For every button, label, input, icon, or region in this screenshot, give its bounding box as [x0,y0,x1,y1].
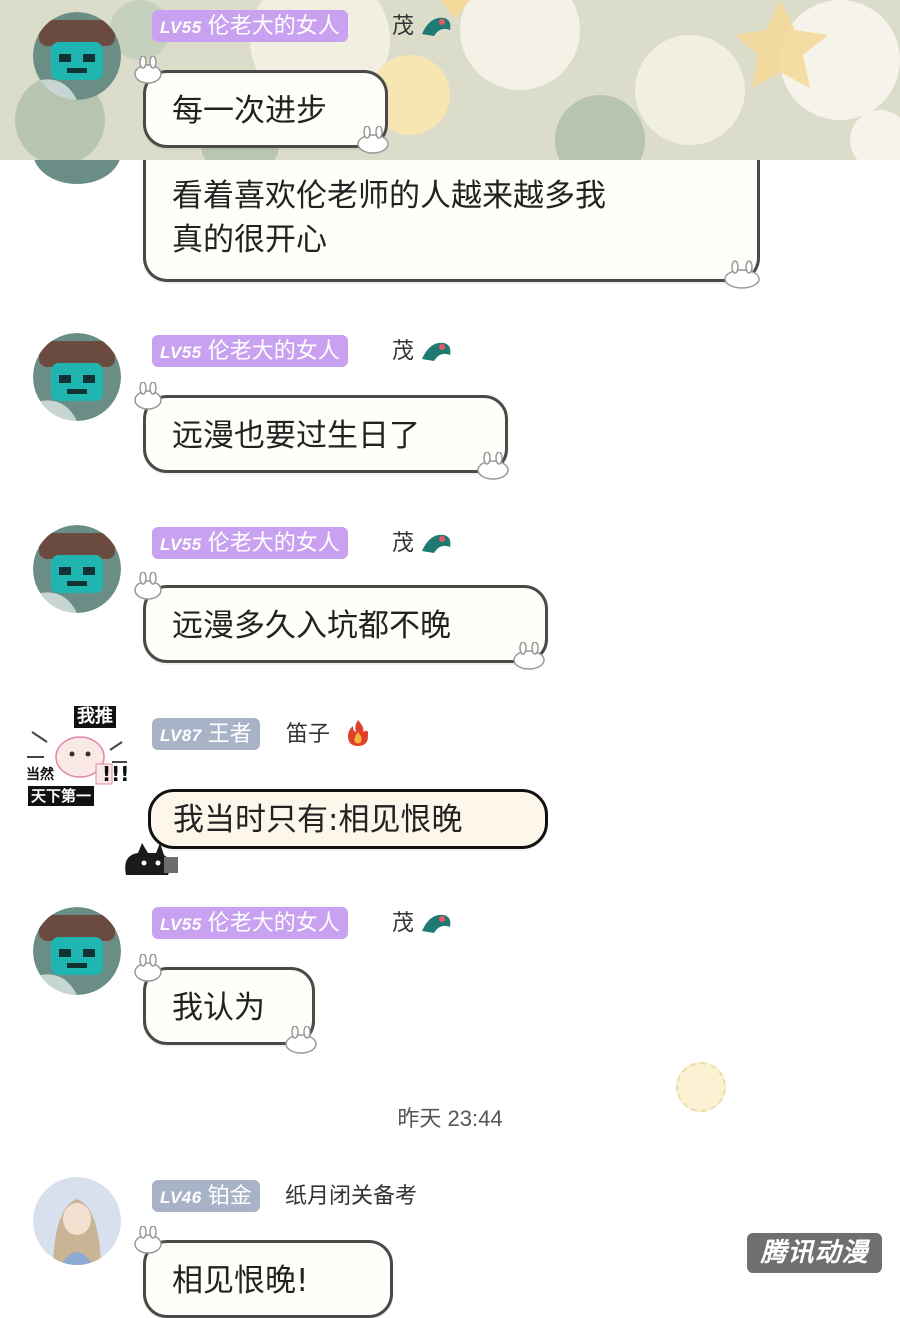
bunny-ear-icon [134,56,162,84]
nickname[interactable]: 茂 [392,907,414,939]
dragon-sticker-icon [422,17,451,36]
nickname[interactable]: 笛子 [286,718,330,750]
message-bubble[interactable]: 远漫也要过生日了 [143,395,508,473]
timestamp: 昨天 23:44 [397,1106,503,1131]
black-cat-icon [125,843,178,875]
sticker-text: 天下第一 [28,786,95,806]
bunny-ear-icon [134,382,162,410]
bunny-ear-icon [285,1026,317,1054]
sticker-text: 当然 [26,767,54,783]
bunny-ear-icon [724,260,760,289]
anime-girl-avatar-icon [33,1177,121,1265]
dragon-sticker-icon [422,914,451,933]
fire-icon [348,720,369,746]
robot-avatar-icon [33,907,121,995]
user-badge: LV55 伦老大的女人 [152,10,348,42]
user-badge: LV55 伦老大的女人 [152,335,348,367]
message-bubble[interactable]: 看着喜欢伦老师的人越来越多我 真的很开心 [143,160,760,282]
robot-avatar-icon [33,12,121,100]
avatar[interactable] [33,907,121,995]
nickname[interactable]: 茂 [392,10,414,42]
robot-avatar-icon [33,525,121,613]
message-text: 远漫也要过生日了 [172,418,420,454]
bunny-ear-icon [513,642,545,670]
bunny-ear-icon [134,954,162,982]
user-badge: LV87 王者 [152,718,260,750]
nickname[interactable]: 纸月闭关备考 [285,1180,417,1212]
avatar[interactable] [33,12,121,100]
user-badge: LV46 铂金 [152,1180,260,1212]
avatar[interactable] [33,333,121,421]
message-bubble[interactable]: 每一次进步 [143,70,388,148]
bunny-ear-icon [134,572,162,600]
nickname[interactable]: 茂 [392,335,414,367]
avatar[interactable] [33,525,121,613]
message-text: 相见恨晚! [172,1263,309,1299]
watermark-logo: 腾讯动漫 [747,1233,882,1273]
avatar[interactable]: 我推 当然 !!! 天下第一 [22,702,132,812]
message-text: 我当时只有:相见恨晚 [173,802,463,838]
sticker-text: 我推 [74,706,116,728]
message-bubble[interactable]: 远漫多久入坑都不晚 [143,585,548,663]
robot-avatar-icon [33,333,121,421]
bunny-ear-icon [477,452,509,480]
bunny-ear-icon [134,1226,162,1254]
user-badge: LV55 伦老大的女人 [152,527,348,559]
bunny-ear-icon [357,126,389,154]
avatar[interactable] [33,1177,121,1265]
message-text: 远漫多久入坑都不晚 [172,608,451,644]
dragon-sticker-icon [422,342,451,361]
user-badge: LV55 伦老大的女人 [152,907,348,939]
message-text: 看着喜欢伦老师的人越来越多我 [172,178,606,214]
sticker-text: !!! [102,762,130,786]
message-text: 真的很开心 [172,222,327,258]
dragon-sticker-icon [422,534,451,553]
message-bubble[interactable]: 我当时只有:相见恨晚 [148,789,548,849]
message-bubble[interactable]: 相见恨晚! [143,1240,393,1318]
message-text: 我认为 [172,990,265,1026]
nickname[interactable]: 茂 [392,527,414,559]
message-text: 每一次进步 [172,93,327,129]
